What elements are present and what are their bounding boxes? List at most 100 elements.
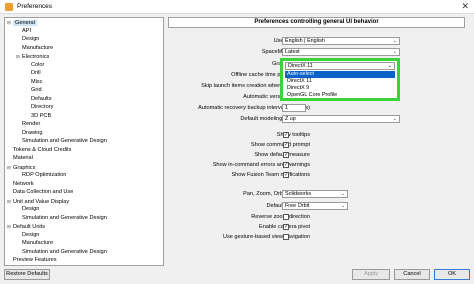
auto-recovery-input[interactable]: 1 — [282, 104, 306, 112]
graphics-driver-value: DirectX 11 — [288, 63, 313, 69]
tree-item-label: Drawing — [22, 129, 43, 136]
reverse-zoom-label: Reverse zoom direction — [251, 214, 310, 220]
tree-item[interactable]: Directory — [25, 104, 53, 111]
tree-item-label: Unit and Value Display — [13, 198, 70, 205]
tree-item[interactable]: RDP Optimization — [16, 172, 66, 179]
tree-item-label: Render — [22, 121, 41, 127]
cancel-button[interactable]: Cancel — [394, 269, 430, 280]
apply-button[interactable]: Apply — [352, 269, 390, 280]
show-incommand-errors-checkbox[interactable] — [283, 162, 289, 168]
tree-item-label: Electronics — [22, 54, 50, 60]
window-titlebar: Preferences ✕ — [0, 0, 474, 14]
tree-item-label: Color — [31, 61, 45, 68]
graphics-option-opengl-core[interactable]: OpenGL Core Profile — [285, 92, 395, 99]
user-language-value: English | English — [285, 38, 325, 44]
tree-item[interactable]: Material — [7, 155, 33, 162]
gesture-nav-label: Use gesture-based view navigation — [222, 234, 310, 240]
tree-item[interactable]: 3D PCB — [25, 113, 51, 120]
show-tooltips-checkbox[interactable] — [283, 132, 289, 138]
tree-item-label: Misc — [31, 78, 43, 85]
graphics-option-auto-select[interactable]: Auto-select — [285, 71, 395, 78]
tree-item-label: Network — [13, 180, 34, 187]
graphics-driver-select[interactable]: DirectX 11 ⌄ — [285, 62, 395, 70]
tree-item-label: Default Units — [13, 224, 46, 230]
tree-item[interactable]: Color — [25, 62, 44, 69]
tree-item-label: Grid — [31, 87, 42, 93]
restore-defaults-button[interactable]: Restore Defaults — [4, 269, 50, 280]
tree-item[interactable]: Simulation and Generative Design — [16, 138, 107, 145]
tree-item[interactable]: ⊟ Graphics — [7, 164, 35, 171]
default-orbit-value: Free Orbit — [285, 203, 310, 209]
tree-item-label: Manufacture — [22, 240, 54, 246]
show-fusion-team-checkbox[interactable] — [283, 172, 289, 178]
tree-item[interactable]: ⊟ Default Units — [7, 223, 45, 230]
close-icon[interactable]: ✕ — [461, 1, 469, 12]
show-default-measure-checkbox[interactable] — [283, 152, 289, 158]
tree-item-label: Simulation and Generative Design — [22, 138, 107, 144]
graphics-option-directx-9[interactable]: DirectX 9 — [285, 85, 395, 92]
tree-item[interactable]: Data Collection and Use — [7, 189, 73, 196]
tree-item[interactable]: API — [16, 28, 31, 35]
general-settings-panel: User language English | English ⌄ SpaceM… — [168, 30, 465, 266]
default-orbit-select[interactable]: Free Orbit ⌄ — [282, 202, 348, 210]
dialog-footer: Restore Defaults Apply Cancel OK — [0, 266, 474, 284]
chevron-down-icon: ⌄ — [392, 116, 397, 122]
tree-item[interactable]: Grid — [25, 87, 42, 94]
tree-item[interactable]: Misc — [25, 79, 43, 86]
tree-item[interactable]: ⊟ Unit and Value Display — [7, 198, 69, 205]
panel-header: Preferences controlling general UI behav… — [168, 17, 465, 28]
tree-item-label: Material — [13, 155, 33, 161]
tree-item-label: API — [22, 27, 32, 34]
tree-item[interactable]: Preview Features — [7, 257, 57, 264]
tree-item-label: Defaults — [31, 95, 52, 102]
tree-item[interactable]: Network — [7, 181, 34, 188]
tree-item-label: Drill — [31, 70, 41, 76]
window-title: Preferences — [17, 3, 53, 10]
tree-item[interactable]: Drill — [25, 70, 41, 77]
tree-item-label: 3D PCB — [31, 112, 52, 119]
tree-item[interactable]: Simulation and Generative Design — [16, 249, 107, 256]
ok-button[interactable]: OK — [434, 269, 470, 280]
gesture-nav-checkbox[interactable] — [283, 234, 289, 240]
chevron-down-icon: ⌄ — [340, 191, 345, 197]
graphics-option-directx-11[interactable]: DirectX 11 — [285, 78, 395, 85]
enable-camera-pivot-checkbox[interactable] — [283, 224, 289, 230]
show-incommand-errors-label: Show in-command errors and warnings — [212, 162, 310, 168]
chevron-down-icon: ⌄ — [392, 38, 397, 44]
tree-item-label: Design — [22, 36, 40, 42]
tree-item-label: Simulation and Generative Design — [22, 214, 107, 221]
user-language-select[interactable]: English | English ⌄ — [282, 37, 400, 45]
reverse-zoom-checkbox[interactable] — [283, 214, 289, 220]
tree-item[interactable]: Design — [16, 232, 39, 239]
tree-item[interactable]: Tokens & Cloud Credits — [7, 147, 71, 154]
preferences-tree[interactable]: ⊟ General API Design Manufacture ⊟ Electronics… — [4, 17, 164, 266]
tree-item[interactable]: Simulation and Generative Design — [16, 215, 107, 222]
graphics-driver-dropdown[interactable]: DirectX 11 ⌄ Auto-select DirectX 11 Dire… — [280, 58, 400, 101]
tree-item-label: Data Collection and Use — [13, 189, 74, 195]
chevron-down-icon: ⌄ — [387, 63, 392, 69]
tree-item-label: Design — [22, 206, 40, 212]
tree-item[interactable]: Defaults — [25, 96, 52, 103]
tree-item[interactable]: Manufacture — [16, 45, 53, 52]
show-command-prompt-checkbox[interactable] — [283, 142, 289, 148]
tree-item-label: General — [13, 20, 37, 26]
app-icon — [5, 3, 13, 11]
tree-item-label: Tokens & Cloud Credits — [13, 146, 72, 153]
tree-item[interactable]: ⊟ Electronics — [16, 53, 49, 60]
pan-zoom-value: Solidworks — [285, 191, 312, 197]
tree-item-label: Simulation and Generative Design — [22, 248, 107, 255]
tree-item[interactable]: Drawing — [16, 130, 43, 137]
default-orientation-select[interactable]: Z up ⌄ — [282, 115, 400, 123]
tree-item[interactable]: Render — [16, 121, 40, 128]
pan-zoom-select[interactable]: Solidworks ⌄ — [282, 190, 348, 198]
tree-item[interactable]: Design — [16, 36, 39, 43]
show-fusion-team-label: Show Fusion Team notifications — [231, 172, 310, 178]
show-tooltips-label: Show tooltips — [276, 132, 310, 138]
spacemouse-value: Latest — [285, 49, 300, 55]
tree-item[interactable]: Design — [16, 206, 39, 213]
tree-item[interactable]: Manufacture — [16, 240, 53, 247]
spacemouse-select[interactable]: Latest ⌄ — [282, 48, 400, 56]
tree-item-label: Manufacture — [22, 44, 54, 51]
chevron-down-icon: ⌄ — [340, 203, 345, 209]
tree-item[interactable]: ⊟ General — [7, 19, 37, 26]
